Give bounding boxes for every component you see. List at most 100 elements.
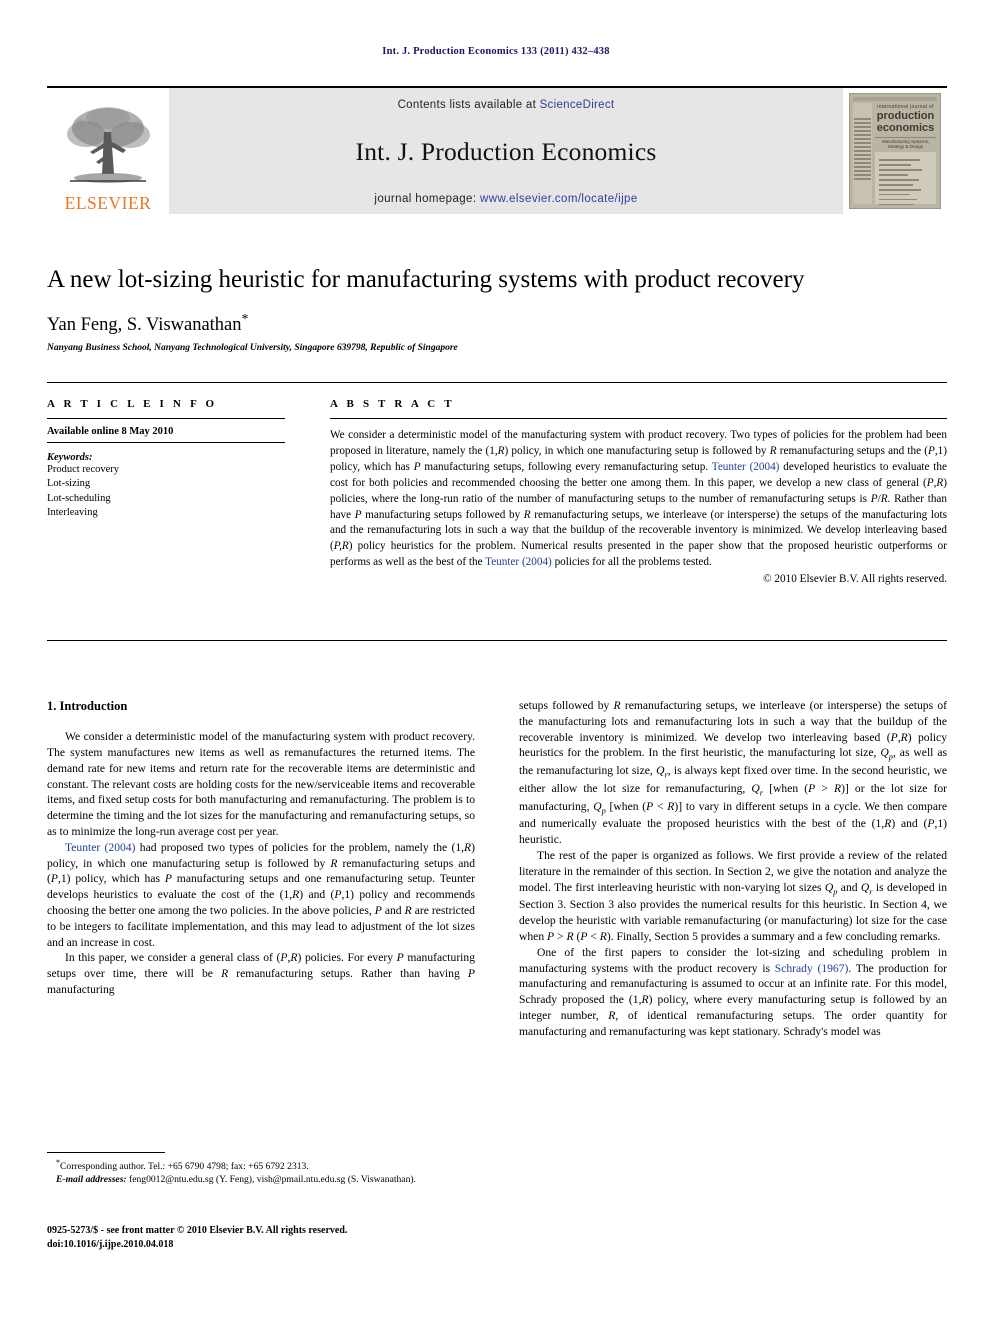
elsevier-logo: ELSEVIER [47, 88, 169, 214]
sym-R: R [404, 904, 412, 917]
keyword-item: Lot-sizing [47, 478, 91, 490]
sym-P: P [926, 476, 934, 489]
available-online-date: Available online 8 May 2010 [47, 419, 285, 443]
keyword-item: Interleaving [47, 506, 98, 518]
cover-line-2: production [876, 110, 935, 122]
cover-line-3: economics [876, 122, 935, 135]
cover-image: international journal of production econ… [849, 93, 941, 209]
journal-cover-thumbnail: international journal of production econ… [843, 88, 947, 214]
abstract-block: A B S T R A C T We consider a determinis… [330, 398, 947, 585]
body-column-right: setups followed by R remanufacturing set… [519, 698, 947, 1040]
email-label: E-mail addresses: [56, 1174, 127, 1186]
keyword-item: Lot-scheduling [47, 492, 111, 504]
sym-P: P [928, 444, 935, 457]
body-frag: In this paper, we consider a general cla… [65, 951, 281, 965]
abstract-text: We consider a deterministic model of the… [330, 419, 947, 571]
article-info-heading: A R T I C L E I N F O [47, 398, 218, 410]
abstract-frag: manufacturing setups followed by [361, 508, 524, 521]
email-addresses-note: E-mail addresses: feng0012@ntu.edu.sg (Y… [47, 1174, 475, 1187]
sym-P: P [413, 460, 421, 473]
authors-names: Yan Feng, S. Viswanathan [47, 315, 242, 336]
abstract-copyright: © 2010 Elsevier B.V. All rights reserved… [763, 573, 947, 586]
sym-P: P [467, 967, 475, 981]
body-frag: > [815, 781, 834, 795]
body-paragraph: setups followed by R remanufacturing set… [519, 698, 947, 848]
sym-R: R [599, 929, 607, 943]
citation-link-teunter[interactable]: Teunter (2004) [65, 841, 135, 854]
abstract-frag: manufacturing setups, following every re… [420, 460, 712, 473]
sym-Qr: Qr [860, 880, 873, 896]
sym-R: R [900, 730, 908, 744]
info-bottom-rule [47, 640, 947, 641]
body-frag: < [653, 799, 668, 813]
body-frag: remanufacturing setups. Rather than havi… [228, 967, 468, 981]
homepage-prefix: journal homepage: [374, 193, 481, 205]
citation-link-teunter[interactable]: Teunter (2004) [485, 556, 552, 568]
sym-R: R [523, 508, 531, 521]
footnote-block: *Corresponding author. Tel.: +65 6790 47… [47, 1152, 475, 1187]
sym-Qr: Qr [751, 781, 764, 798]
journal-title: Int. J. Production Economics [355, 137, 657, 166]
body-frag: ) and ( [891, 817, 928, 831]
abstract-heading: A B S T R A C T [330, 398, 455, 410]
sym-R: R [613, 699, 621, 712]
elsevier-tree-icon [67, 106, 150, 183]
info-top-rule [47, 382, 947, 383]
masthead-band: Contents lists available at ScienceDirec… [169, 88, 843, 214]
sym-P: P [890, 730, 898, 744]
body-frag: ,1) policy, which has [57, 872, 165, 886]
citation-link-schrady[interactable]: Schrady (1967) [775, 962, 849, 975]
abstract-frag: remanufacturing setups and the ( [776, 444, 929, 457]
article-info-block: A R T I C L E I N F O Available online 8… [47, 398, 285, 520]
cover-line-4: Manufacturing Systems, Strategy & Design [875, 136, 936, 149]
body-frag: and [381, 904, 405, 917]
contents-prefix: Contents lists available at [397, 99, 540, 111]
elsevier-wordmark: ELSEVIER [64, 192, 152, 213]
body-paragraph: In this paper, we consider a general cla… [47, 950, 475, 997]
body-paragraph: We consider a deterministic model of the… [47, 730, 475, 838]
body-frag: > [554, 929, 567, 943]
body-frag: ) policies. For every [297, 951, 397, 965]
contents-available-line: Contents lists available at ScienceDirec… [398, 99, 615, 111]
section-heading-introduction: 1. Introduction [47, 699, 128, 713]
article-page: Int. J. Production Economics 133 (2011) … [0, 0, 992, 1323]
corresponding-author-note: *Corresponding author. Tel.: +65 6790 47… [47, 1158, 475, 1174]
body-frag: [when ( [763, 781, 809, 795]
sym-P: P [164, 872, 172, 886]
corresponding-author-marker: * [241, 312, 249, 327]
keyword-item: Product recovery [47, 464, 120, 475]
citation-link-teunter[interactable]: Teunter (2004) [712, 461, 780, 473]
sym-R: R [641, 993, 649, 1007]
abstract-frag: ) policy, in which one manufacturing set… [504, 444, 770, 457]
body-frag: ). Finally, Section 5 provides a summary… [606, 929, 941, 943]
journal-masthead: ELSEVIER Contents lists available at Sci… [47, 86, 947, 214]
journal-homepage-link[interactable]: www.elsevier.com/locate/ijpe [480, 193, 638, 205]
sym-P: P [50, 872, 58, 886]
affiliation: Nanyang Business School, Nanyang Technol… [47, 343, 458, 353]
sym-Qp: Qp [824, 880, 838, 896]
imprint-block: 0925-5273/$ - see front matter © 2010 El… [47, 1224, 517, 1252]
corresponding-author-text: Corresponding author. Tel.: +65 6790 479… [60, 1161, 309, 1173]
sym-P: P [354, 508, 362, 521]
body-frag: and [837, 880, 861, 894]
sym-P: P [870, 492, 878, 505]
sym-PR: P,R [333, 540, 349, 553]
body-frag: manufacturing [47, 983, 115, 997]
sym-Qp: Qp [593, 799, 606, 815]
keywords-label: Keywords: [47, 452, 93, 463]
sym-P: P [374, 904, 382, 917]
sym-R: R [566, 929, 574, 943]
body-paragraph: Teunter (2004) had proposed two types of… [47, 840, 475, 951]
doi-line[interactable]: doi:10.1016/j.ijpe.2010.04.018 [47, 1238, 517, 1252]
sym-P: P [396, 951, 404, 965]
sym-Qr: Qr [656, 764, 668, 780]
body-paragraph: The rest of the paper is organized as fo… [519, 848, 947, 945]
body-frag: ) and ( [299, 888, 335, 902]
sym-R: R [769, 444, 777, 457]
sciencedirect-link[interactable]: ScienceDirect [540, 99, 615, 111]
email-addresses[interactable]: feng0012@ntu.edu.sg (Y. Feng), vish@pmai… [127, 1174, 416, 1185]
body-column-left: 1. Introduction We consider a determinis… [47, 698, 475, 998]
body-frag: setups followed by [519, 699, 614, 712]
body-frag: [when ( [605, 799, 647, 813]
front-matter-line: 0925-5273/$ - see front matter © 2010 El… [47, 1225, 348, 1236]
